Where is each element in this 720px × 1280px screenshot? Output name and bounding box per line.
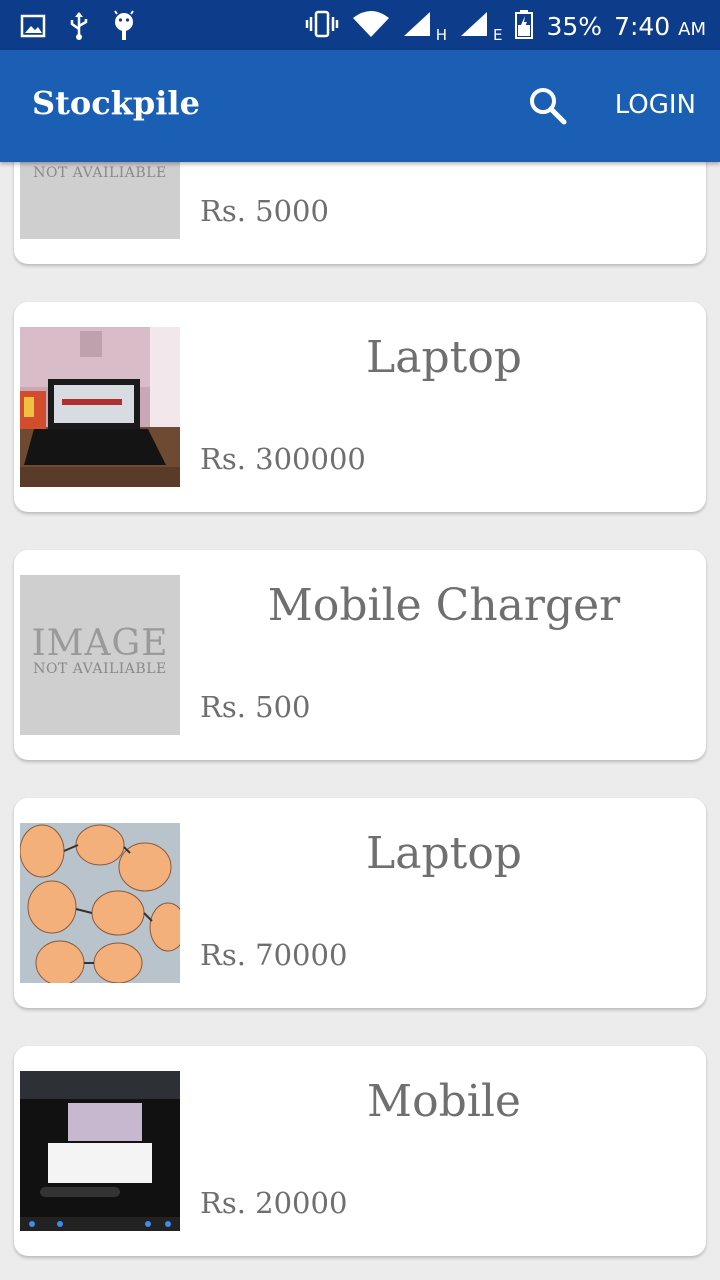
- clock-time: 7:40: [614, 11, 671, 41]
- product-photo-screenshot: [20, 1071, 180, 1231]
- login-button[interactable]: LOGIN: [615, 90, 696, 120]
- app-bar: Stockpile LOGIN: [0, 50, 720, 162]
- search-icon: [530, 88, 567, 125]
- clock-ampm: AM: [678, 18, 706, 40]
- app-title: Stockpile: [32, 84, 200, 122]
- image-icon: [20, 14, 46, 42]
- clock: 7:40 AM: [614, 12, 706, 41]
- product-title: Mobile: [367, 1076, 521, 1127]
- product-card[interactable]: Mobile Rs. 20000: [14, 1046, 706, 1256]
- product-price: Rs. 5000: [200, 194, 329, 228]
- network-type-1: H: [435, 26, 447, 44]
- product-card[interactable]: Laptop Rs. 300000: [14, 302, 706, 512]
- placeholder-small-text: NOT AVAILIABLE: [33, 661, 167, 677]
- product-title: Laptop: [366, 332, 522, 383]
- product-image-placeholder: IMAGE NOT AVAILIABLE: [20, 162, 180, 239]
- product-card[interactable]: IMAGE NOT AVAILIABLE Mobile Charger Rs. …: [14, 550, 706, 760]
- status-bar: H E 35% 7:40 AM: [0, 0, 720, 50]
- vibrate-icon: [304, 10, 340, 42]
- product-price: Rs. 20000: [200, 1186, 348, 1220]
- network-type-2: E: [493, 26, 503, 44]
- product-price: Rs. 70000: [200, 938, 348, 972]
- battery-icon: [514, 9, 534, 43]
- signal-icon: [459, 10, 489, 42]
- signal-icon: [402, 10, 432, 42]
- product-card[interactable]: Laptop Rs. 70000: [14, 798, 706, 1008]
- search-button[interactable]: [526, 84, 570, 128]
- product-price: Rs. 300000: [200, 442, 366, 476]
- product-photo-laptop: [20, 327, 180, 487]
- battery-percent: 35%: [546, 11, 603, 41]
- product-title: Mobile Charger: [267, 580, 621, 631]
- wifi-icon: [352, 10, 390, 42]
- placeholder-big-text: IMAGE: [31, 623, 169, 664]
- android-icon: [112, 10, 136, 46]
- usb-icon: [68, 11, 90, 45]
- product-photo-chart: [20, 823, 180, 983]
- product-card[interactable]: IMAGE NOT AVAILIABLE Rs. 5000: [14, 162, 706, 264]
- product-image-placeholder: IMAGE NOT AVAILIABLE: [20, 575, 180, 735]
- product-title: Laptop: [366, 828, 522, 879]
- product-list[interactable]: IMAGE NOT AVAILIABLE Rs. 5000: [0, 162, 720, 1280]
- placeholder-small-text: NOT AVAILIABLE: [33, 165, 167, 181]
- product-price: Rs. 500: [200, 690, 311, 724]
